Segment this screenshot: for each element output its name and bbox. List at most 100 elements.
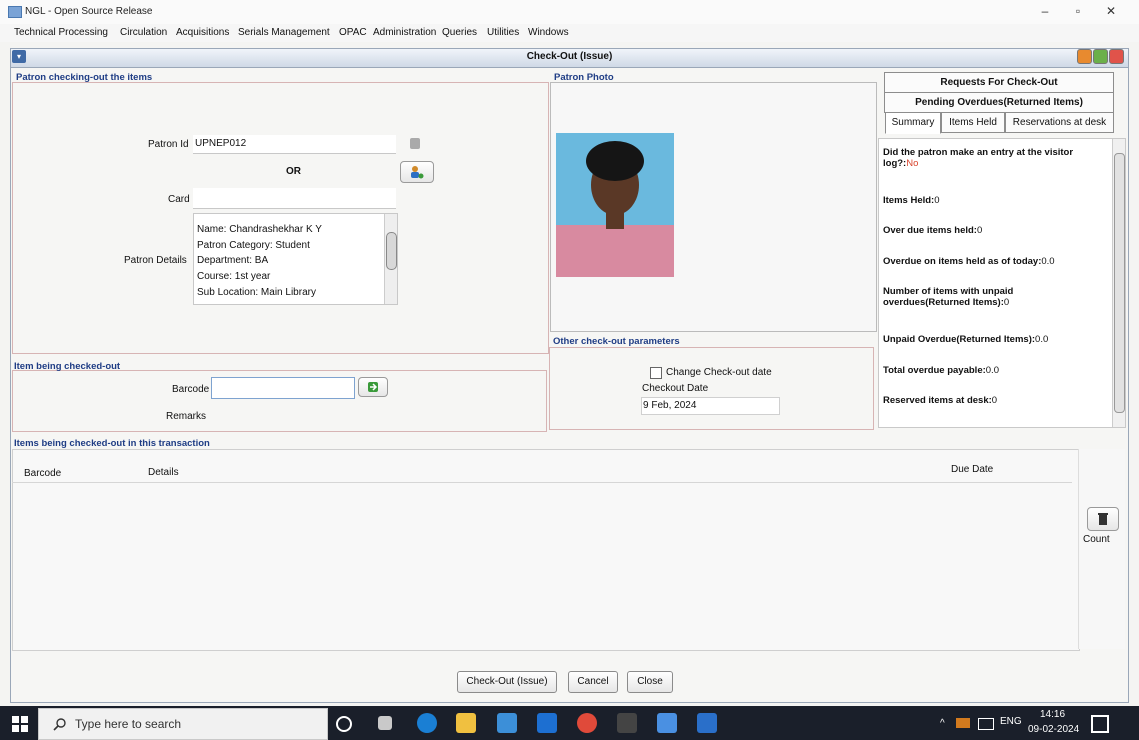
patron-id-value: UPNEP012 bbox=[195, 138, 247, 149]
items-held-line: Items Held:0 bbox=[883, 195, 940, 206]
frame-maximize-icon[interactable] bbox=[1093, 49, 1108, 64]
patron-search-button[interactable] bbox=[400, 161, 434, 183]
total-payable-label: Total overdue payable: bbox=[883, 365, 986, 376]
menu-queries[interactable]: Queries bbox=[442, 27, 477, 38]
store-icon[interactable] bbox=[497, 713, 517, 733]
go-arrow-icon bbox=[368, 382, 378, 392]
change-date-label: Change Check-out date bbox=[666, 367, 772, 378]
summary-scrollbar[interactable] bbox=[1112, 139, 1125, 427]
details-scroll-thumb[interactable] bbox=[386, 232, 397, 270]
window-title-bar bbox=[0, 0, 1139, 24]
params-section-title: Other check-out parameters bbox=[553, 336, 680, 347]
column-due-date[interactable]: Due Date bbox=[951, 464, 993, 475]
card-input[interactable] bbox=[193, 188, 396, 209]
barcode-go-button[interactable] bbox=[358, 377, 388, 397]
tab-reservations-at-desk[interactable]: Reservations at desk bbox=[1005, 112, 1114, 133]
overdue-today-label: Overdue on items held as of today: bbox=[883, 256, 1042, 267]
reserved-items-value: 0 bbox=[991, 395, 998, 406]
mail-icon[interactable] bbox=[537, 713, 557, 733]
file-explorer-icon[interactable] bbox=[456, 713, 476, 733]
card-label: Card bbox=[168, 194, 190, 205]
unpaid-overdue-line: Unpaid Overdue(Returned Items):0.0 bbox=[883, 334, 1048, 345]
patron-portrait-icon bbox=[556, 133, 674, 277]
params-panel bbox=[549, 347, 874, 430]
lookup-icon[interactable] bbox=[410, 138, 420, 149]
menu-windows[interactable]: Windows bbox=[528, 27, 569, 38]
notification-icon[interactable] bbox=[1091, 715, 1109, 733]
reserved-items-label: Reserved items at desk: bbox=[883, 395, 992, 406]
summary-scroll-thumb[interactable] bbox=[1114, 153, 1125, 413]
tab-items-held[interactable]: Items Held bbox=[941, 112, 1005, 133]
menu-acquisitions[interactable]: Acquisitions bbox=[176, 27, 229, 38]
search-icon bbox=[53, 718, 66, 731]
unpaid-overdue-value: 0.0 bbox=[1035, 334, 1049, 345]
chrome-icon[interactable] bbox=[577, 713, 597, 733]
app-title: NGL - Open Source Release bbox=[25, 6, 153, 17]
patron-photo-title: Patron Photo bbox=[554, 72, 614, 83]
checkout-issue-button[interactable]: Check-Out (Issue) bbox=[457, 671, 557, 693]
total-payable-value: 0.0 bbox=[985, 365, 999, 376]
edge-icon[interactable] bbox=[417, 713, 437, 733]
patron-sublocation-line: Sub Location: Main Library bbox=[197, 287, 316, 298]
app-window-icon[interactable] bbox=[657, 713, 677, 733]
menu-technical-processing[interactable]: Technical Processing bbox=[14, 27, 108, 38]
column-barcode[interactable]: Barcode bbox=[24, 468, 61, 479]
network-icon[interactable] bbox=[956, 718, 970, 728]
display-icon[interactable] bbox=[978, 718, 994, 730]
cortana-icon[interactable] bbox=[336, 716, 352, 732]
item-section-title: Item being checked-out bbox=[14, 361, 121, 372]
patron-details-label: Patron Details bbox=[124, 255, 187, 266]
patron-category-line: Patron Category: Student bbox=[197, 240, 310, 251]
or-label: OR bbox=[286, 166, 301, 177]
barcode-input[interactable] bbox=[211, 377, 355, 399]
patron-id-label: Patron Id bbox=[148, 139, 189, 150]
menu-utilities[interactable]: Utilities bbox=[487, 27, 519, 38]
tab-summary[interactable]: Summary bbox=[885, 112, 941, 134]
table-side-toolbar bbox=[1078, 449, 1125, 649]
details-scrollbar[interactable] bbox=[384, 214, 397, 304]
frame-minimize-icon[interactable] bbox=[1077, 49, 1092, 64]
visitor-log-value: No bbox=[906, 158, 919, 169]
windows-start-icon[interactable] bbox=[11, 715, 29, 733]
search-placeholder: Type here to search bbox=[75, 717, 182, 731]
close-button[interactable]: Close bbox=[627, 671, 673, 693]
terminal-icon[interactable] bbox=[617, 713, 637, 733]
patron-photo bbox=[556, 133, 674, 277]
taskbar-search-box[interactable]: Type here to search bbox=[38, 708, 328, 740]
remarks-label: Remarks bbox=[166, 411, 207, 422]
task-view-icon[interactable] bbox=[378, 716, 392, 730]
maximize-button[interactable]: ▫ bbox=[1063, 1, 1093, 21]
word-icon[interactable] bbox=[697, 713, 717, 733]
language-indicator[interactable]: ENG bbox=[1000, 716, 1022, 727]
tab-requests-for-checkout[interactable]: Requests For Check-Out bbox=[884, 72, 1114, 93]
checkout-date-input[interactable]: 9 Feb, 2024 bbox=[641, 397, 780, 415]
menu-administration[interactable]: Administration bbox=[373, 27, 436, 38]
close-window-button[interactable]: ✕ bbox=[1096, 1, 1126, 21]
checkout-date-label: Checkout Date bbox=[642, 383, 709, 394]
person-search-icon bbox=[411, 166, 424, 179]
tray-chevron-icon[interactable]: ^ bbox=[940, 718, 945, 729]
cancel-button[interactable]: Cancel bbox=[568, 671, 618, 693]
patron-details-textarea[interactable]: Name: Chandrashekhar K Y Patron Category… bbox=[193, 213, 398, 305]
patron-department-line: Department: BA bbox=[197, 255, 269, 266]
clock-time[interactable]: 14:16 bbox=[1040, 709, 1065, 720]
tab-pending-overdues[interactable]: Pending Overdues(Returned Items) bbox=[884, 92, 1114, 113]
change-date-checkbox[interactable] bbox=[650, 367, 662, 379]
overdue-items-line: Over due items held:0 bbox=[883, 225, 982, 236]
patron-course-line: Course: 1st year bbox=[197, 271, 271, 282]
menu-circulation[interactable]: Circulation bbox=[120, 27, 167, 38]
checkout-date-value: 9 Feb, 2024 bbox=[643, 400, 697, 411]
frame-title: Check-Out (Issue) bbox=[526, 51, 613, 62]
unpaid-items-label: Number of items with unpaid overdues(Ret… bbox=[883, 286, 1014, 308]
clock-date[interactable]: 09-02-2024 bbox=[1028, 724, 1079, 735]
trash-icon bbox=[1098, 513, 1108, 525]
summary-panel: Did the patron make an entry at the visi… bbox=[878, 138, 1126, 428]
patron-id-input[interactable]: UPNEP012 bbox=[193, 135, 396, 154]
column-details[interactable]: Details bbox=[148, 467, 179, 478]
menu-bar bbox=[0, 24, 1139, 42]
minimize-button[interactable]: – bbox=[1030, 1, 1060, 21]
delete-row-button[interactable] bbox=[1087, 507, 1119, 531]
frame-close-icon[interactable] bbox=[1109, 49, 1124, 64]
menu-serials-management[interactable]: Serials Management bbox=[238, 27, 330, 38]
menu-opac[interactable]: OPAC bbox=[339, 27, 367, 38]
